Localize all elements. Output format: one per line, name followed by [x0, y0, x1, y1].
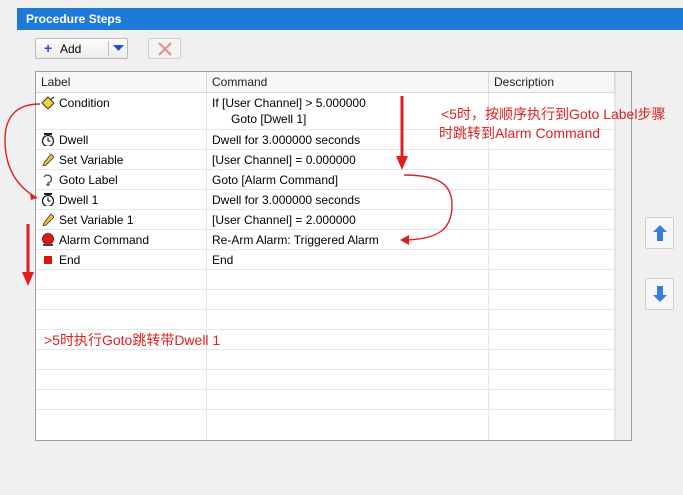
step-label: Condition — [59, 96, 110, 110]
vertical-scrollbar[interactable] — [615, 72, 631, 440]
stop-icon — [44, 256, 52, 264]
goto-icon — [43, 174, 53, 186]
table-row[interactable]: Set Variable 1 [User Channel] = 2.000000 — [36, 210, 615, 230]
step-command: End — [212, 253, 234, 267]
column-header-label[interactable]: Label — [36, 72, 207, 93]
step-label: Set Variable — [59, 153, 124, 167]
label-cell: End — [36, 250, 207, 269]
command-cell: Re-Arm Alarm: Triggered Alarm — [207, 230, 489, 249]
command-cell: Dwell for 3.000000 seconds — [207, 190, 489, 209]
empty-row — [36, 410, 615, 440]
command-cell: Goto [Alarm Command] — [207, 170, 489, 189]
add-dropdown-button[interactable] — [109, 39, 128, 58]
empty-row — [36, 290, 615, 310]
annotation-right-line1: <5时，按顺序执行到Goto Label步骤 — [441, 106, 666, 122]
empty-row — [36, 270, 615, 290]
step-command: If [User Channel] > 5.000000 — [212, 96, 366, 110]
label-cell: Alarm Command — [36, 230, 207, 249]
empty-row — [36, 350, 615, 370]
chevron-down-icon — [113, 45, 124, 51]
move-down-button[interactable] — [645, 278, 674, 310]
condition-icon — [41, 96, 54, 109]
command-cell: [User Channel] = 2.000000 — [207, 210, 489, 229]
plus-icon: + — [44, 40, 53, 56]
annotation-right-line2: 时跳转到Alarm Command — [439, 125, 601, 141]
step-command: [User Channel] = 2.000000 — [212, 213, 356, 227]
description-cell — [489, 170, 615, 189]
alarm-icon — [42, 233, 54, 246]
table-row[interactable]: Dwell 1 Dwell for 3.000000 seconds — [36, 190, 615, 210]
pencil-icon — [42, 213, 54, 226]
step-command: [User Channel] = 0.000000 — [212, 153, 356, 167]
description-cell — [489, 250, 615, 269]
step-label: Set Variable 1 — [59, 213, 134, 227]
table-row[interactable]: Goto Label Goto [Alarm Command] — [36, 170, 615, 190]
panel-title: Procedure Steps — [17, 8, 683, 30]
close-icon — [158, 42, 172, 56]
table-row[interactable]: Set Variable [User Channel] = 0.000000 — [36, 150, 615, 170]
description-cell — [489, 230, 615, 249]
empty-row — [36, 310, 615, 330]
step-command: Re-Arm Alarm: Triggered Alarm — [212, 233, 379, 247]
empty-row — [36, 390, 615, 410]
step-command: Dwell for 3.000000 seconds — [212, 193, 361, 207]
column-header-description[interactable]: Description — [489, 72, 615, 93]
add-button-main[interactable]: + Add — [36, 39, 108, 58]
empty-row — [36, 370, 615, 390]
pencil-icon — [42, 153, 54, 166]
step-label: Dwell 1 — [59, 193, 99, 207]
label-cell: Dwell 1 — [36, 190, 207, 209]
step-command: Goto [Alarm Command] — [212, 173, 339, 187]
timer-icon — [41, 133, 54, 146]
column-header-command[interactable]: Command — [207, 72, 489, 93]
label-cell: Dwell — [36, 130, 207, 149]
label-cell: Set Variable 1 — [36, 210, 207, 229]
label-cell: Goto Label — [36, 170, 207, 189]
description-cell — [489, 150, 615, 169]
description-cell — [489, 190, 615, 209]
table-row[interactable]: End End — [36, 250, 615, 270]
step-label: Goto Label — [59, 173, 118, 187]
add-button[interactable]: + Add — [35, 38, 128, 59]
arrow-up-icon — [653, 225, 667, 241]
move-up-button[interactable] — [645, 217, 674, 249]
command-cell: [User Channel] = 0.000000 — [207, 150, 489, 169]
annotation-bottom: >5时执行Goto跳转带Dwell 1 — [44, 332, 221, 348]
step-label: Alarm Command — [59, 233, 150, 247]
step-command: Dwell for 3.000000 seconds — [212, 133, 361, 147]
command-cell: End — [207, 250, 489, 269]
arrowhead-left-down — [22, 272, 34, 286]
delete-button[interactable] — [148, 38, 181, 59]
description-cell — [489, 210, 615, 229]
arrow-down-icon — [653, 286, 667, 302]
timer-icon — [41, 193, 54, 206]
label-cell: Set Variable — [36, 150, 207, 169]
step-label: Dwell — [59, 133, 89, 147]
step-label: End — [59, 253, 81, 267]
label-cell: Condition — [36, 93, 207, 129]
table-row[interactable]: Alarm Command Re-Arm Alarm: Triggered Al… — [36, 230, 615, 250]
step-command-line2: Goto [Dwell 1] — [231, 112, 307, 126]
add-button-label: Add — [60, 42, 82, 56]
